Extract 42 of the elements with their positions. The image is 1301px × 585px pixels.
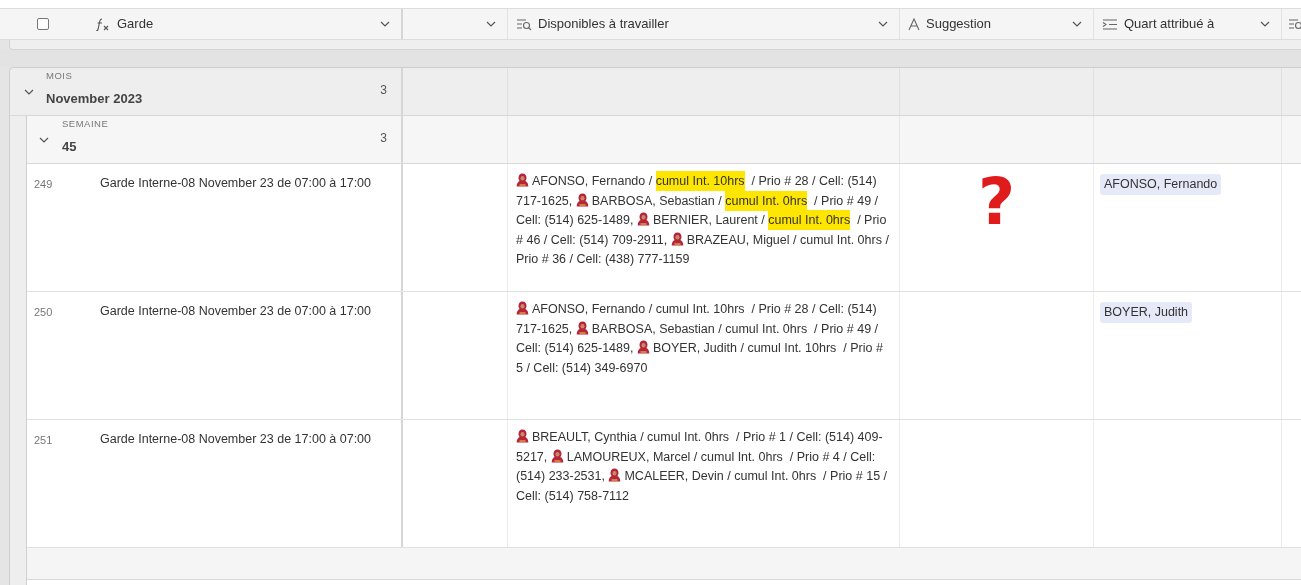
column-title: Disponibles à travailler (538, 15, 669, 34)
availability-text: AFONSO, Fernando / cumul Int. 10hrs / Prio # 28 / Cell: (514) 717-1625, BARBOSA, Sebastian / cumul Int. 0hrs / Prio # 49 / Cell: (514) 625-1489, BOYER, Judith / cumul Int. 10hrs / Prio # 5 / Cell: (514) 349-6970 (516, 300, 884, 377)
person-icon (608, 468, 622, 483)
group-value: November 2023 (46, 89, 143, 108)
person-icon (636, 340, 650, 355)
row-number: 250 (34, 305, 54, 320)
person-icon (516, 429, 529, 443)
table-cell-text: Garde Interne-08 November 23 de 07:00 à 17:00 (100, 303, 371, 320)
text-type-icon (908, 17, 920, 31)
column-header[interactable]: Suggestion (900, 9, 1094, 39)
person-icon (575, 320, 589, 335)
group-value: 45 (62, 137, 78, 156)
person-icon (516, 173, 529, 187)
table-cell-text: Garde Interne-08 November 23 de 17:00 à 07:00 (100, 431, 371, 448)
table-cell-text: Garde Interne-08 November 23 de 07:00 à 17:00 (100, 175, 371, 192)
column-title: Suggestion (926, 15, 992, 34)
question-mark-annotation: ? (977, 170, 1016, 241)
linked-record-tag[interactable]: BOYER, Judith (1100, 302, 1193, 323)
lookup-icon (1288, 17, 1301, 31)
column-title: Garde (117, 15, 154, 34)
lookup-icon (516, 17, 532, 31)
select-all-checkbox[interactable] (37, 18, 49, 30)
column-header[interactable]: Disponibles à travailler (508, 9, 900, 39)
person-icon (575, 192, 589, 207)
availability-text: AFONSO, Fernando / cumul Int. 10hrs / Prio # 28 / Cell: (514) 717-1625, BARBOSA, Sebastian / cumul Int. 0hrs / Prio # 49 / Cell: (514) 625-1489, BERNIER, Laurent / cumul Int. 0hrs / Prio # 46 / Cell: (514) 709-2911, BRAZEAU, Miguel / cumul Int. 0hrs / Prio # 36 / Cell: (438) 777-1159 (516, 172, 891, 270)
linked-record-tag[interactable]: AFONSO, Fernando (1100, 174, 1222, 195)
list-indent-icon (1102, 17, 1118, 31)
row-number: 251 (34, 433, 54, 448)
person-icon (516, 301, 529, 315)
group-label: SEMAINE (62, 117, 109, 132)
group-count: 3 (380, 130, 387, 147)
column-title: Quart attribué à (1124, 15, 1215, 34)
person-icon (636, 212, 650, 227)
availability-text: BREAULT, Cynthia / cumul Int. 0hrs / Prio # 1 / Cell: (514) 409-5217, LAMOUREUX, Marcel / cumul Int. 0hrs / Prio # 4 / Cell: (514) 233-2531, MCALEER, Devin / cumul Int. 0hrs / Prio # 15 / Cell: (514) 758-7112 (516, 428, 889, 505)
column-header[interactable]: Quart attribué à (1094, 9, 1282, 39)
group-label: MOIS (46, 69, 74, 84)
person-icon (550, 448, 564, 463)
group-count: 3 (380, 82, 387, 99)
row-number: 249 (34, 177, 54, 192)
group-header[interactable]: SEMAINE 45 3 (27, 116, 1301, 164)
person-icon (670, 231, 684, 246)
formula-icon (95, 17, 111, 31)
